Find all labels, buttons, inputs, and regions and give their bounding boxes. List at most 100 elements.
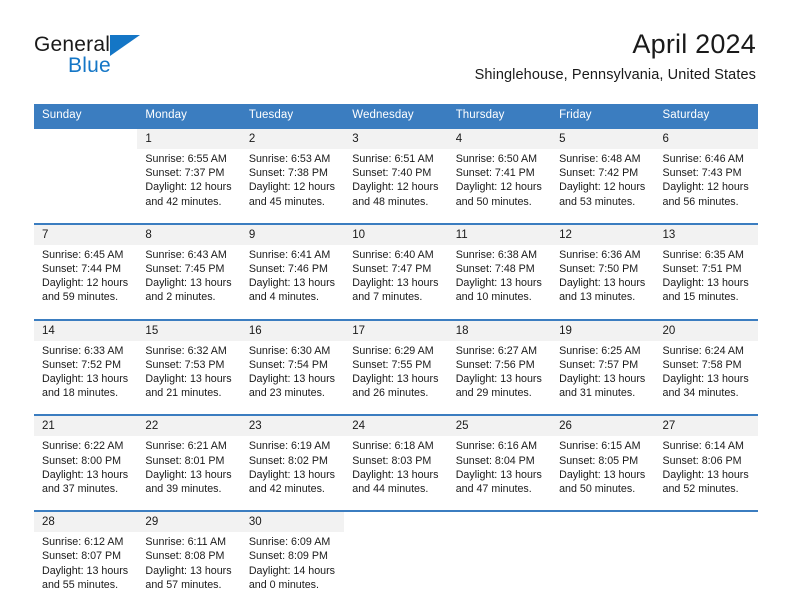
day-number[interactable]: 11 [447,224,552,245]
day-number[interactable]: 21 [34,416,138,437]
daylight-text-line1: Daylight: 13 hours [455,277,542,290]
day-number[interactable]: 28 [34,512,138,533]
day-details[interactable]: Sunrise: 6:35 AM Sunset: 7:51 PM Daylight:… [654,244,758,311]
day-number[interactable]: 4 [447,129,552,149]
daylight-text-line1: Daylight: 13 hours [662,468,749,481]
day-details[interactable]: Sunrise: 6:50 AM Sunset: 7:41 PM Daylight:… [447,149,552,215]
day-details[interactable]: Sunrise: 6:15 AM Sunset: 8:05 PM Daylight:… [551,436,655,503]
day-number[interactable]: 1 [137,129,241,149]
week-gap [34,406,758,415]
day-details-empty [654,532,758,599]
weekday-header-thursday: Thursday [447,104,552,127]
sunrise-text: Sunrise: 6:32 AM [145,344,227,357]
weekday-header-tuesday: Tuesday [240,104,345,127]
day-details[interactable]: Sunrise: 6:27 AM Sunset: 7:56 PM Daylight:… [447,340,552,407]
day-number[interactable]: 13 [654,224,758,245]
daylight-text-line1: Daylight: 13 hours [352,277,439,290]
daylight-text-line2: and 57 minutes. [145,578,222,591]
day-number[interactable]: 2 [240,129,345,149]
day-number[interactable]: 15 [137,320,241,341]
sunrise-text: Sunrise: 6:11 AM [145,536,227,549]
day-number[interactable]: 6 [654,129,758,149]
day-number[interactable]: 29 [137,512,241,533]
day-detail-row: Sunrise: 6:12 AM Sunset: 8:07 PM Daylight:… [34,532,758,599]
day-number[interactable]: 10 [344,224,448,245]
day-details[interactable]: Sunrise: 6:24 AM Sunset: 7:58 PM Daylight:… [654,340,758,407]
sunrise-text: Sunrise: 6:18 AM [352,440,434,453]
day-number[interactable]: 3 [344,129,448,149]
day-number[interactable]: 19 [551,320,655,341]
day-details[interactable]: Sunrise: 6:53 AM Sunset: 7:38 PM Daylight:… [240,149,345,215]
day-number[interactable]: 25 [447,416,552,437]
daylight-text-line2: and 50 minutes. [455,195,532,208]
day-details[interactable]: Sunrise: 6:19 AM Sunset: 8:02 PM Daylight:… [240,436,345,503]
generalblue-logo[interactable]: General Blue [34,34,142,76]
day-number-row: 21 22 23 24 25 26 27 [34,416,758,437]
day-details[interactable]: Sunrise: 6:43 AM Sunset: 7:45 PM Daylight:… [137,244,241,311]
day-number[interactable]: 8 [137,224,241,245]
daylight-text-line1: Daylight: 13 hours [559,373,646,386]
sunrise-sunset-calendar: Sunday Monday Tuesday Wednesday Thursday… [34,104,758,599]
day-details[interactable]: Sunrise: 6:36 AM Sunset: 7:50 PM Daylight:… [551,244,655,311]
day-details[interactable]: Sunrise: 6:32 AM Sunset: 7:53 PM Daylight:… [137,340,241,407]
day-number[interactable]: 5 [551,129,655,149]
day-number[interactable]: 9 [240,224,345,245]
day-number[interactable]: 12 [551,224,655,245]
day-details[interactable]: Sunrise: 6:45 AM Sunset: 7:44 PM Daylight:… [34,244,138,311]
daylight-text-line2: and 50 minutes. [559,483,636,496]
day-details[interactable]: Sunrise: 6:18 AM Sunset: 8:03 PM Daylight:… [344,436,448,503]
daylight-text-line2: and 21 minutes. [145,387,222,400]
day-details[interactable]: Sunrise: 6:29 AM Sunset: 7:55 PM Daylight:… [344,340,448,407]
day-details[interactable]: Sunrise: 6:48 AM Sunset: 7:42 PM Daylight:… [551,149,655,215]
day-details[interactable]: Sunrise: 6:30 AM Sunset: 7:54 PM Daylight:… [240,340,345,407]
sunset-text: Sunset: 7:38 PM [248,167,328,180]
day-details[interactable]: Sunrise: 6:55 AM Sunset: 7:37 PM Daylight:… [137,149,241,215]
day-details[interactable]: Sunrise: 6:09 AM Sunset: 8:09 PM Daylight:… [240,532,345,599]
daylight-text-line1: Daylight: 13 hours [145,564,232,577]
day-details[interactable]: Sunrise: 6:11 AM Sunset: 8:08 PM Daylight:… [137,532,241,599]
day-number-row: 7 8 9 10 11 12 13 [34,224,758,245]
day-number[interactable]: 16 [240,320,345,341]
sunrise-text: Sunrise: 6:29 AM [352,344,434,357]
day-details[interactable]: Sunrise: 6:33 AM Sunset: 7:52 PM Daylight:… [34,340,138,407]
daylight-text-line1: Daylight: 12 hours [662,181,749,194]
day-number[interactable]: 24 [344,416,448,437]
daylight-text-line2: and 48 minutes. [352,195,429,208]
day-details[interactable]: Sunrise: 6:14 AM Sunset: 8:06 PM Daylight:… [654,436,758,503]
day-details[interactable]: Sunrise: 6:51 AM Sunset: 7:40 PM Daylight:… [344,149,448,215]
day-details[interactable]: Sunrise: 6:12 AM Sunset: 8:07 PM Daylight:… [34,532,138,599]
day-details[interactable]: Sunrise: 6:41 AM Sunset: 7:46 PM Daylight:… [240,244,345,311]
day-details[interactable]: Sunrise: 6:40 AM Sunset: 7:47 PM Daylight:… [344,244,448,311]
day-number[interactable]: 27 [654,416,758,437]
day-details[interactable]: Sunrise: 6:21 AM Sunset: 8:01 PM Daylight:… [137,436,241,503]
day-number[interactable]: 7 [34,224,138,245]
day-number-row: 28 29 30 [34,512,758,533]
sunrise-text: Sunrise: 6:24 AM [662,344,744,357]
day-number[interactable]: 18 [447,320,552,341]
sunset-text: Sunset: 7:41 PM [455,167,535,180]
sunset-text: Sunset: 7:40 PM [352,167,432,180]
daylight-text-line1: Daylight: 13 hours [145,373,232,386]
day-detail-row: Sunrise: 6:55 AM Sunset: 7:37 PM Daylight:… [34,149,758,215]
day-number[interactable]: 22 [137,416,241,437]
sunset-text: Sunset: 7:52 PM [42,358,122,371]
day-details[interactable]: Sunrise: 6:38 AM Sunset: 7:48 PM Daylight:… [447,244,552,311]
day-number[interactable]: 17 [344,320,448,341]
day-number[interactable]: 23 [240,416,345,437]
day-number[interactable]: 30 [240,512,345,533]
day-details[interactable]: Sunrise: 6:22 AM Sunset: 8:00 PM Daylight:… [34,436,138,503]
day-details[interactable]: Sunrise: 6:25 AM Sunset: 7:57 PM Daylight:… [551,340,655,407]
daylight-text-line2: and 34 minutes. [662,387,739,400]
day-number[interactable]: 14 [34,320,138,341]
day-number[interactable]: 20 [654,320,758,341]
week-gap-cell [34,502,758,511]
sunrise-text: Sunrise: 6:55 AM [145,153,227,165]
weekday-header-monday: Monday [137,104,241,127]
sunset-text: Sunset: 7:55 PM [352,358,432,371]
day-number[interactable]: 26 [551,416,655,437]
day-details[interactable]: Sunrise: 6:46 AM Sunset: 7:43 PM Daylight:… [654,149,758,215]
daylight-text-line2: and 44 minutes. [352,483,429,496]
sunset-text: Sunset: 7:46 PM [248,263,328,276]
triangle-icon [109,34,142,61]
day-details[interactable]: Sunrise: 6:16 AM Sunset: 8:04 PM Daylight:… [447,436,552,503]
